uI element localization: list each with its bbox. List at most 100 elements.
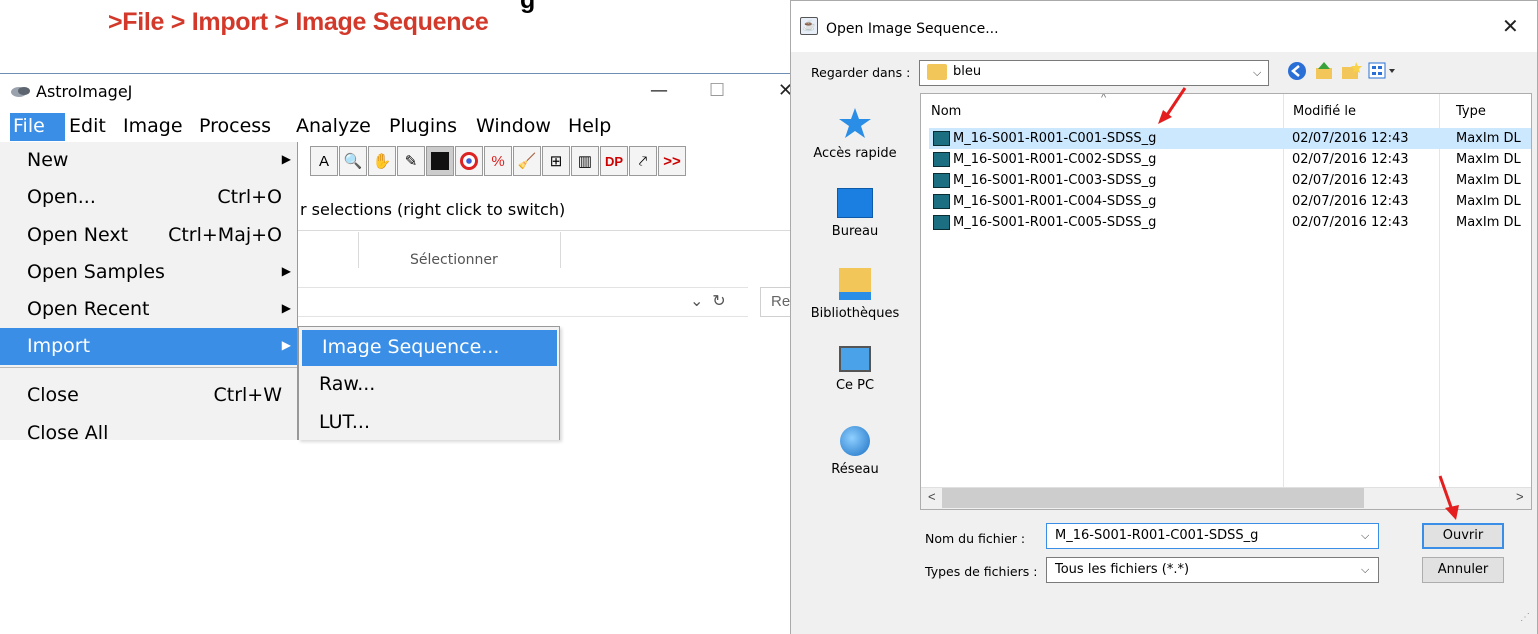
- tool-text[interactable]: A: [310, 146, 338, 176]
- desktop-icon: [837, 188, 873, 218]
- tool-multi-aperture[interactable]: %: [484, 146, 512, 176]
- file-row[interactable]: M_16-S001-R001-C001-SDSS_g 02/07/2016 12:…: [929, 128, 1531, 149]
- file-menu: New ▶ Open... Ctrl+O Open Next Ctrl+Maj+O O…: [0, 142, 298, 440]
- menu-item-open-recent[interactable]: Open Recent ▶: [0, 291, 297, 328]
- column-type[interactable]: Type: [1456, 104, 1486, 119]
- tool-astro[interactable]: [426, 146, 454, 176]
- menu-item-close-all[interactable]: Close All: [0, 415, 297, 440]
- ribbon-separator: [358, 232, 359, 268]
- open-button[interactable]: Ouvrir: [1422, 523, 1504, 549]
- sort-up-icon: ^: [1101, 93, 1107, 104]
- menu-item-open[interactable]: Open... Ctrl+O: [0, 179, 297, 216]
- filetype-label: Types de fichiers :: [925, 564, 1038, 579]
- annotation-arrow-icon: [1438, 475, 1459, 520]
- filename-input[interactable]: M_16-S001-R001-C001-SDSS_g: [1046, 523, 1379, 549]
- ribbon-separator: [560, 232, 561, 268]
- chevron-down-icon: ⌵: [1361, 530, 1370, 542]
- submenu-arrow-icon: ▶: [281, 301, 291, 315]
- ribbon-select-label: Sélectionner: [410, 252, 498, 268]
- submenu-arrow-icon: ▶: [281, 152, 291, 166]
- tool-table[interactable]: ▥: [571, 146, 599, 176]
- tool-more[interactable]: >>: [658, 146, 686, 176]
- network-icon: [840, 426, 870, 456]
- column-modified[interactable]: Modifié le: [1293, 104, 1356, 119]
- menu-image[interactable]: Image: [123, 115, 183, 137]
- submenu-arrow-icon: ▶: [281, 338, 291, 352]
- fits-file-icon: [933, 215, 950, 230]
- background-address-bar: [298, 287, 748, 317]
- place-this-pc[interactable]: Ce PC: [800, 346, 910, 393]
- place-network[interactable]: Réseau: [800, 426, 910, 477]
- up-folder-icon[interactable]: [1313, 60, 1335, 82]
- annotation-arrow-icon: [1158, 87, 1187, 124]
- menu-file[interactable]: File: [10, 113, 65, 141]
- tool-dp[interactable]: DP: [600, 146, 628, 176]
- tool-clear[interactable]: 🧹: [513, 146, 541, 176]
- chevron-down-icon: ⌵: [1361, 564, 1370, 576]
- menu-item-open-next[interactable]: Open Next Ctrl+Maj+O: [0, 217, 297, 254]
- tool-zoom[interactable]: 🔍: [339, 146, 367, 176]
- tool-dropper[interactable]: ✎: [397, 146, 425, 176]
- menu-process[interactable]: Process: [199, 115, 271, 137]
- java-icon: ☕: [800, 17, 818, 35]
- menu-item-raw[interactable]: Raw...: [299, 367, 557, 403]
- file-row[interactable]: M_16-S001-R001-C002-SDSS_g 02/07/2016 12:…: [929, 149, 1531, 170]
- places-bar: Accès rapide Bureau Bibliothèques Ce PC …: [800, 92, 918, 512]
- menu-window[interactable]: Window: [476, 115, 551, 137]
- chevron-down-icon: ⌵: [1253, 67, 1262, 79]
- fits-file-icon: [933, 131, 950, 146]
- place-quick-access[interactable]: Accès rapide: [800, 106, 910, 161]
- tool-plot[interactable]: ⊞: [542, 146, 570, 176]
- tool-hand[interactable]: ✋: [368, 146, 396, 176]
- fits-file-icon: [933, 173, 950, 188]
- menu-help[interactable]: Help: [568, 115, 611, 137]
- filetype-select[interactable]: Tous les fichiers (*.*): [1046, 557, 1379, 583]
- menu-edit[interactable]: Edit: [69, 115, 106, 137]
- scroll-right-icon[interactable]: >: [1516, 489, 1524, 504]
- astroimagej-logo-icon: [11, 87, 30, 97]
- new-folder-icon[interactable]: [1340, 60, 1362, 82]
- minimize-button[interactable]: —: [650, 80, 668, 101]
- resize-grip-icon[interactable]: ⋰: [1520, 612, 1530, 623]
- menu-item-open-samples[interactable]: Open Samples ▶: [0, 254, 297, 291]
- place-libraries[interactable]: Bibliothèques: [800, 268, 910, 321]
- dialog-title: Open Image Sequence...: [826, 21, 999, 37]
- menu-separator: [0, 367, 297, 368]
- instruction-caption: >File > Import > Image Sequence: [108, 8, 489, 36]
- back-icon[interactable]: [1287, 61, 1307, 81]
- fits-file-icon: [933, 152, 950, 167]
- dialog-close-button[interactable]: ✕: [1502, 14, 1519, 38]
- libraries-icon: [839, 268, 871, 300]
- view-menu-icon[interactable]: [1368, 62, 1404, 80]
- menu-item-close[interactable]: Close Ctrl+W: [0, 377, 297, 414]
- file-list: Nom ^ Modifié le Type M_16-S001-R001-C00…: [920, 93, 1532, 510]
- tool-coords[interactable]: ⤤: [629, 146, 657, 176]
- menu-item-import[interactable]: Import ▶: [0, 328, 297, 365]
- file-row[interactable]: M_16-S001-R001-C005-SDSS_g 02/07/2016 12:…: [929, 212, 1531, 233]
- menu-plugins[interactable]: Plugins: [389, 115, 457, 137]
- menu-item-lut[interactable]: LUT...: [299, 405, 557, 440]
- file-row[interactable]: M_16-S001-R001-C003-SDSS_g 02/07/2016 12:…: [929, 170, 1531, 191]
- look-in-label: Regarder dans :: [811, 65, 911, 80]
- place-desktop[interactable]: Bureau: [800, 188, 910, 239]
- cancel-button[interactable]: Annuler: [1422, 557, 1504, 583]
- tool-aperture[interactable]: [455, 146, 483, 176]
- refresh-icon: ⌄ ↻: [690, 293, 726, 310]
- filename-label: Nom du fichier :: [925, 531, 1026, 546]
- import-submenu: Image Sequence... Raw... LUT...: [298, 326, 560, 440]
- star-icon: [839, 108, 871, 138]
- computer-icon: [839, 346, 871, 372]
- submenu-arrow-icon: ▶: [281, 264, 291, 278]
- maximize-button[interactable]: ☐: [709, 80, 725, 101]
- column-name[interactable]: Nom: [931, 104, 961, 119]
- scrollbar-thumb[interactable]: [942, 488, 1364, 508]
- menu-item-new[interactable]: New ▶: [0, 142, 297, 179]
- file-row[interactable]: M_16-S001-R001-C004-SDSS_g 02/07/2016 12:…: [929, 191, 1531, 212]
- caption-fragment: g: [520, 0, 536, 14]
- look-in-value: bleu: [953, 64, 982, 79]
- menu-analyze[interactable]: Analyze: [296, 115, 371, 137]
- folder-icon: [927, 64, 947, 80]
- menu-item-image-sequence[interactable]: Image Sequence...: [302, 330, 557, 366]
- scroll-left-icon[interactable]: <: [928, 489, 936, 504]
- status-text: r selections (right click to switch): [300, 200, 566, 219]
